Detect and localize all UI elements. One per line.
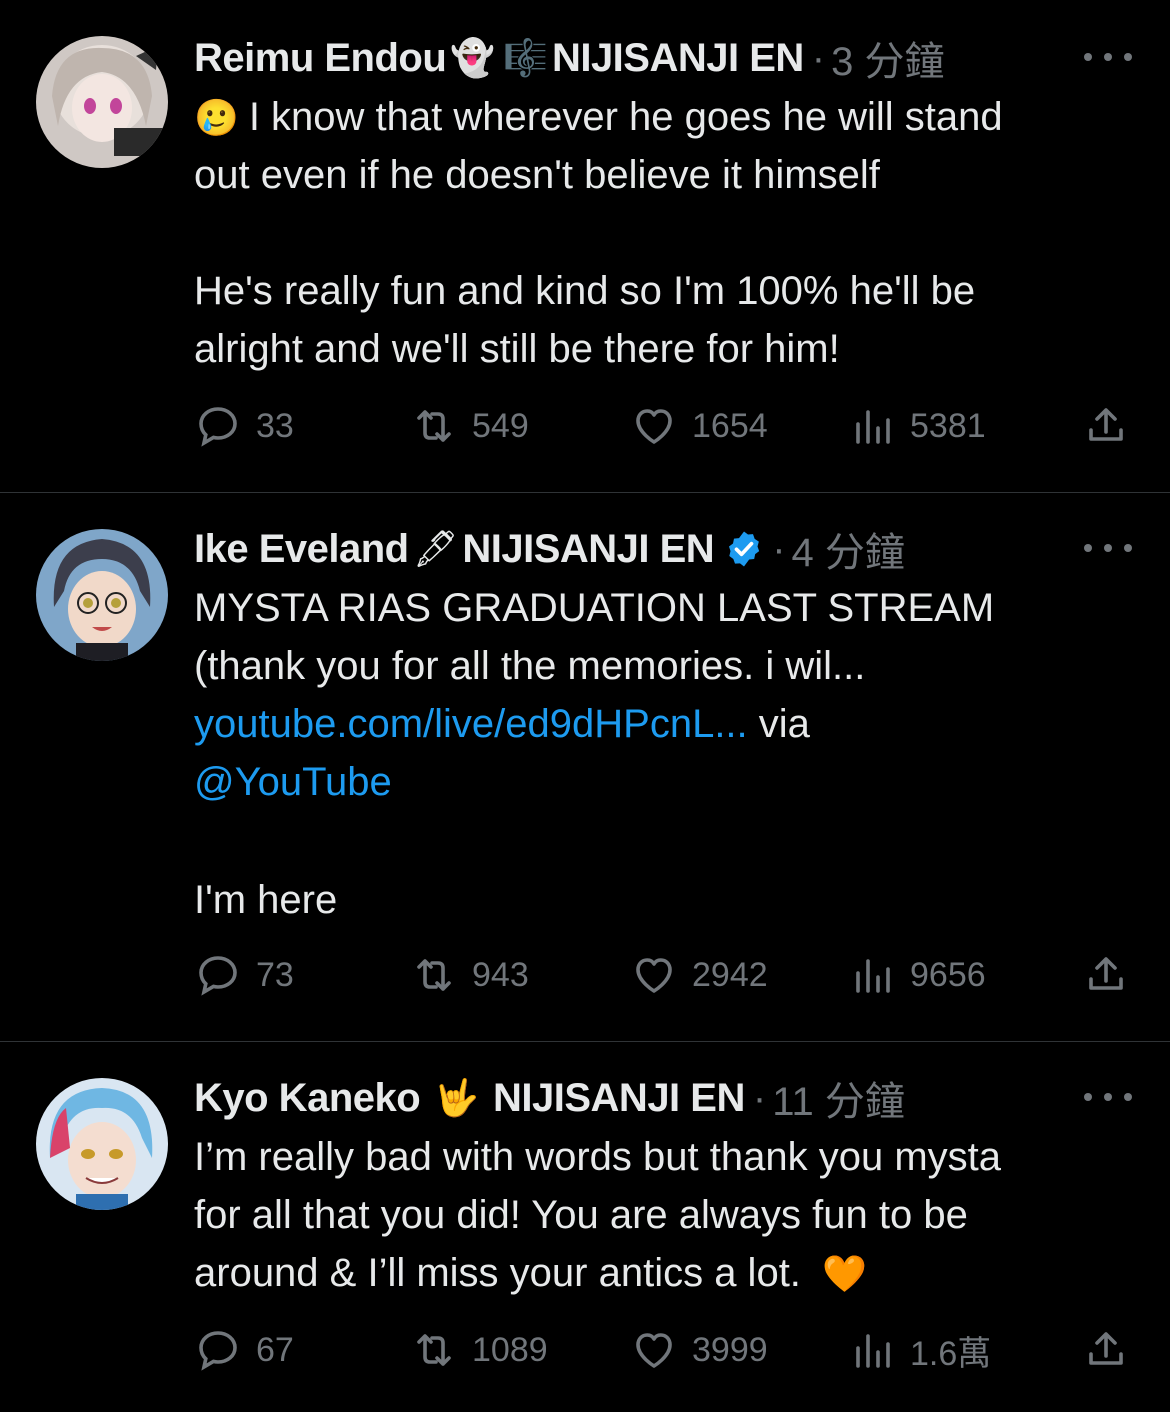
tweet-reimu[interactable]: Reimu Endou 👻 🎼 NIJISANJI EN · 3 分鐘 🥲 I k… bbox=[0, 0, 1170, 492]
retweet-icon bbox=[417, 1334, 451, 1366]
orange-heart-emoji: 🧡 bbox=[822, 1254, 867, 1295]
like-button[interactable]: 2942 bbox=[630, 945, 768, 1005]
share-button[interactable] bbox=[1082, 396, 1144, 456]
views-button[interactable]: 9656 bbox=[848, 945, 986, 1005]
reply-button[interactable]: 67 bbox=[194, 1320, 294, 1380]
retweet-button[interactable]: 1089 bbox=[410, 1320, 548, 1380]
views-count: 1.6萬 bbox=[910, 1334, 992, 1373]
avatar-ike[interactable] bbox=[36, 529, 168, 661]
retweet-count: 549 bbox=[472, 406, 529, 445]
more-icon[interactable] bbox=[1084, 42, 1132, 72]
share-icon bbox=[1089, 408, 1123, 441]
like-count: 1654 bbox=[692, 406, 768, 445]
love-you-gesture-emoji: 🤟 bbox=[434, 1078, 479, 1119]
avatar-kyo[interactable] bbox=[36, 1078, 168, 1210]
tweet-text: 🥲 I know that wherever he goes he will st… bbox=[194, 88, 1144, 378]
like-icon bbox=[636, 1333, 672, 1368]
tweet-header: Ike Eveland 🖋 NIJISANJI EN · 4 分鐘 bbox=[194, 519, 905, 579]
like-count: 3999 bbox=[692, 1330, 768, 1369]
timestamp[interactable]: 4 分鐘 bbox=[792, 520, 905, 578]
reply-icon bbox=[199, 407, 237, 447]
like-count: 2942 bbox=[692, 955, 768, 994]
share-icon bbox=[1089, 1332, 1123, 1365]
action-bar: 33 549 1654 5381 bbox=[194, 396, 1134, 456]
author-name[interactable]: Kyo Kaneko bbox=[194, 1076, 421, 1121]
views-button[interactable]: 5381 bbox=[848, 396, 986, 456]
like-button[interactable]: 1654 bbox=[630, 396, 768, 456]
timestamp[interactable]: 3 分鐘 bbox=[831, 29, 944, 87]
views-count: 9656 bbox=[910, 955, 986, 994]
tweet-ike[interactable]: Ike Eveland 🖋 NIJISANJI EN · 4 分鐘 MYSTA … bbox=[0, 493, 1170, 1041]
separator: · bbox=[772, 526, 786, 571]
share-icon bbox=[1089, 957, 1123, 990]
timestamp[interactable]: 11 分鐘 bbox=[772, 1069, 905, 1127]
mention-youtube[interactable]: @YouTube bbox=[194, 760, 392, 804]
separator: · bbox=[811, 35, 826, 80]
share-button[interactable] bbox=[1082, 945, 1144, 1005]
reply-button[interactable]: 33 bbox=[194, 396, 294, 456]
like-button[interactable]: 3999 bbox=[630, 1320, 768, 1380]
views-icon bbox=[856, 410, 890, 444]
reply-button[interactable]: 73 bbox=[194, 945, 294, 1005]
crying-smile-emoji: 🥲 bbox=[194, 98, 239, 139]
ghost-emoji: 👻 bbox=[450, 38, 496, 79]
author-affiliation[interactable]: NIJISANJI EN bbox=[552, 36, 804, 81]
reply-icon bbox=[199, 1331, 237, 1371]
separator: · bbox=[752, 1075, 767, 1120]
music-score-emoji: 🎼 bbox=[503, 38, 548, 79]
like-icon bbox=[636, 409, 672, 444]
tweet-kyo[interactable]: Kyo Kaneko 🤟 NIJISANJI EN · 11 分鐘 I’m re… bbox=[0, 1042, 1170, 1412]
views-button[interactable]: 1.6萬 bbox=[848, 1320, 991, 1380]
author-affiliation[interactable]: NIJISANJI EN bbox=[493, 1076, 745, 1121]
retweet-icon bbox=[417, 410, 451, 442]
tweet-text: MYSTA RIAS GRADUATION LAST STREAM (thank… bbox=[194, 586, 995, 922]
retweet-button[interactable]: 943 bbox=[410, 945, 529, 1005]
retweet-icon bbox=[417, 959, 451, 991]
reply-icon bbox=[199, 956, 237, 996]
author-name[interactable]: Reimu Endou bbox=[194, 36, 447, 81]
more-icon[interactable] bbox=[1084, 1082, 1132, 1112]
share-button[interactable] bbox=[1082, 1320, 1144, 1380]
views-icon bbox=[856, 959, 890, 993]
youtube-link[interactable]: youtube.com/live/ed9dHPcnL... bbox=[194, 702, 748, 746]
verified-badge-icon bbox=[729, 531, 760, 567]
views-icon bbox=[856, 1334, 890, 1368]
avatar-reimu[interactable] bbox=[36, 36, 168, 168]
tweet-header: Reimu Endou 👻 🎼 NIJISANJI EN · 3 分鐘 bbox=[194, 28, 944, 88]
pen-emoji: 🖋 bbox=[412, 529, 459, 570]
retweet-button[interactable]: 549 bbox=[410, 396, 529, 456]
retweet-count: 943 bbox=[472, 955, 529, 994]
reply-count: 73 bbox=[256, 955, 294, 994]
more-icon[interactable] bbox=[1084, 533, 1132, 563]
reply-count: 33 bbox=[256, 406, 294, 445]
like-icon bbox=[636, 958, 672, 993]
tweet-header: Kyo Kaneko 🤟 NIJISANJI EN · 11 分鐘 bbox=[194, 1068, 905, 1128]
reply-count: 67 bbox=[256, 1330, 294, 1369]
views-count: 5381 bbox=[910, 406, 986, 445]
tweet-text: I’m really bad with words but thank you … bbox=[194, 1128, 1144, 1302]
action-bar: 73 943 2942 9656 bbox=[194, 945, 1134, 1005]
author-name[interactable]: Ike Eveland bbox=[194, 527, 409, 572]
author-affiliation[interactable]: NIJISANJI EN bbox=[462, 527, 714, 572]
retweet-count: 1089 bbox=[472, 1330, 548, 1369]
action-bar: 67 1089 3999 1.6萬 bbox=[194, 1320, 1134, 1380]
